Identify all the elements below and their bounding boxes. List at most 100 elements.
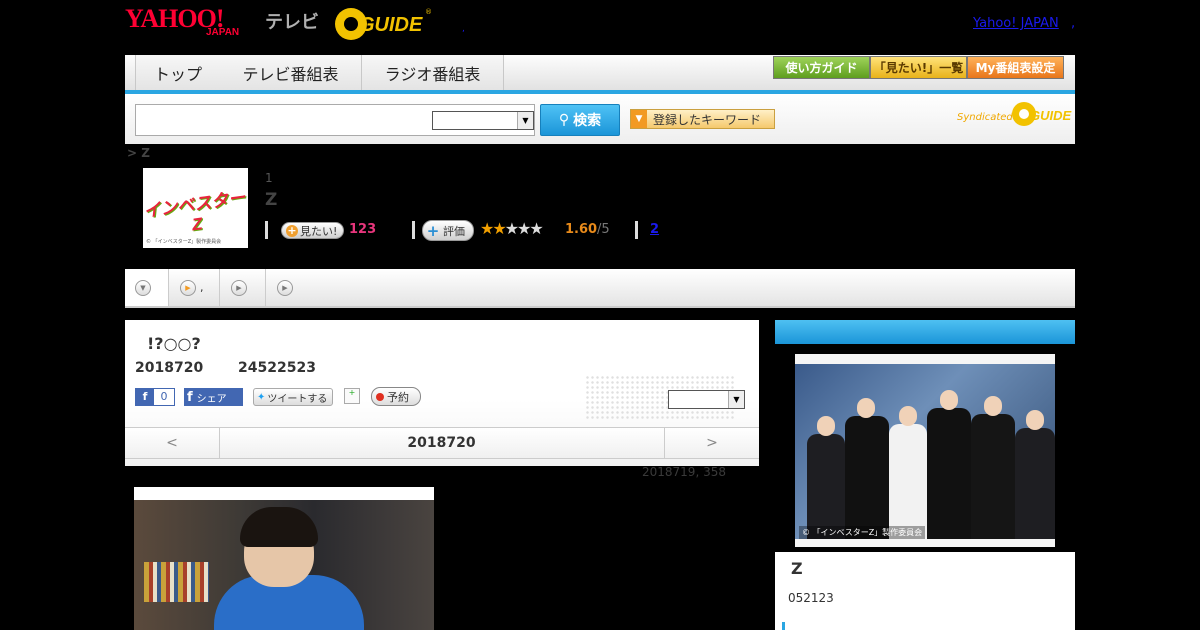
cast-face [940, 390, 958, 410]
rate-button[interactable]: + 評価 [422, 220, 474, 241]
cast-photo-copyright: © 「インベスターZ」製作委員会 [799, 526, 926, 539]
facebook-share-button[interactable]: f シェア [184, 388, 243, 406]
plus-icon: + [286, 223, 298, 237]
syndicated-label: Syndicated [957, 112, 1013, 123]
detail-title: !?○○? [147, 334, 201, 353]
article-photo [134, 487, 434, 630]
detail-select[interactable]: ▼ [668, 390, 745, 409]
facebook-icon: f [187, 389, 193, 405]
calendar-add-icon[interactable]: + [344, 388, 360, 404]
plus-icon: + [426, 221, 440, 240]
my-schedule-settings-button[interactable]: My番組表設定 [967, 56, 1064, 79]
cast-face [857, 398, 875, 418]
separator-bar [635, 221, 638, 239]
sub-tab-info[interactable]: ▼ [125, 269, 169, 306]
rating-stars: ★★★★★ [480, 219, 544, 238]
search-button-label: 検索 [573, 113, 602, 129]
cast-member [1015, 428, 1055, 539]
record-icon [376, 392, 384, 401]
chevron-down-icon: ▼ [517, 112, 533, 129]
yahoo-japan-logo-text: JAPAN [206, 27, 240, 38]
yahoo-japan-link[interactable]: Yahoo! JAPAN [973, 16, 1059, 31]
star-icon: ★ [480, 219, 494, 238]
twitter-bird-icon: ✦ [257, 391, 266, 403]
play-circle-icon: ▶ [231, 279, 247, 296]
play-circle-icon: ▶ [180, 279, 196, 296]
sidebar-date: 052123 [788, 591, 834, 605]
usage-guide-button[interactable]: 使い方ガイド [773, 56, 870, 79]
cast-member [889, 424, 927, 539]
search-bar: ▼ ⚲ 検索 ▼ 登録したキーワード Syndicated GUIDE [125, 94, 1075, 144]
sub-tab-4[interactable]: ▶ [267, 269, 297, 306]
sidebar-panel: © 「インベスターZ」製作委員会 Z 052123 [775, 320, 1075, 630]
detail-date: 2018720 [135, 360, 204, 376]
sub-tab-3[interactable]: ▶ [221, 269, 266, 306]
program-episode: 1 [265, 171, 273, 185]
facebook-like-button[interactable]: f 0 [135, 388, 175, 406]
chevron-down-circle-icon: ▼ [135, 279, 151, 296]
separator-bar [412, 221, 415, 239]
facebook-share-label: シェア [196, 393, 227, 405]
mitai-list-button[interactable]: 「見たい!」一覧 [870, 56, 967, 79]
mitai-count: 123 [349, 222, 377, 237]
sidebar-header [775, 320, 1075, 344]
rate-button-label: 評価 [443, 224, 465, 238]
photo-bookshelf [144, 562, 209, 602]
review-count-link[interactable]: 2 [650, 222, 659, 237]
cast-member [845, 416, 889, 539]
reserve-label: 予約 [387, 390, 409, 404]
cast-face [899, 406, 917, 426]
next-date-button[interactable]: > [664, 428, 759, 458]
detail-time: 24522523 [238, 360, 316, 376]
search-icon: ⚲ [558, 112, 570, 128]
mitai-button[interactable]: + 見たい! [281, 222, 344, 239]
facebook-like-count: 0 [154, 389, 174, 405]
sidebar-cast-photo[interactable]: © 「インベスターZ」製作委員会 [795, 354, 1055, 547]
sidebar-photo-frame: © 「インベスターZ」製作委員会 [775, 344, 1075, 552]
play-circle-icon: ▶ [277, 279, 293, 296]
program-sub-tabs: ▼ ▶ , ▶ ▶ [125, 269, 1075, 308]
star-icon: ★ [529, 219, 543, 238]
tv-logo-text[interactable]: テレビ [265, 8, 319, 34]
search-category-select[interactable]: ▼ [432, 111, 534, 130]
nav-tab-tv-schedule[interactable]: テレビ番組表 [220, 55, 362, 90]
program-thumbnail[interactable]: インベスターZ © 「インベスターZ」製作委員会 [143, 168, 248, 248]
cast-face [1026, 410, 1044, 430]
thumbnail-copyright: © 「インベスターZ」製作委員会 [146, 239, 222, 245]
search-button[interactable]: ⚲ 検索 [540, 104, 620, 136]
gguide-logo-text: GUIDE [359, 14, 423, 36]
star-icon: ★ [517, 219, 531, 238]
registered-mark: ® [425, 8, 432, 16]
program-detail-panel: !?○○? 2018720 24522523 f 0 f シェア ✦ ツイートす… [125, 320, 759, 466]
thumbnail-title-art: インベスターZ [143, 188, 247, 235]
cast-face [817, 416, 835, 436]
cast-member [971, 414, 1015, 539]
program-title: Z [265, 190, 278, 210]
syndicated-logo-text: GUIDE [1030, 108, 1072, 123]
nav-tab-top[interactable]: トップ [135, 55, 221, 90]
sub-tab-2[interactable]: ▶ , [170, 269, 220, 306]
breadcrumb[interactable]: > Z [127, 146, 150, 160]
reserve-button[interactable]: 予約 [371, 387, 421, 406]
cast-member [927, 408, 971, 539]
updated-timestamp: 2018719, 358 [642, 465, 726, 479]
syndicated-gguide-logo: GUIDE [1012, 102, 1072, 126]
header-link-separator: , [1071, 16, 1076, 31]
prev-date-button[interactable]: < [125, 428, 220, 458]
registered-keywords-button[interactable]: ▼ 登録したキーワード [630, 109, 775, 129]
nav-tab-radio-schedule[interactable]: ラジオ番組表 [362, 55, 504, 90]
cast-member [807, 434, 845, 539]
sub-tab-label: , [200, 281, 204, 294]
sidebar-accent-bar [782, 622, 785, 630]
date-navigation: < 2018720 > [125, 427, 759, 459]
facebook-icon: f [136, 389, 154, 405]
tweet-button[interactable]: ✦ ツイートする [253, 388, 333, 406]
current-date: 2018720 [407, 435, 476, 451]
tweet-label: ツイートする [267, 393, 328, 405]
rating-max: /5 [597, 222, 610, 237]
registered-keywords-label: 登録したキーワード [653, 112, 762, 127]
separator-bar [265, 221, 268, 239]
chevron-down-icon: ▼ [728, 391, 744, 408]
header-small-dot: , [462, 24, 465, 34]
gguide-logo[interactable]: GUIDE ® [335, 8, 432, 40]
